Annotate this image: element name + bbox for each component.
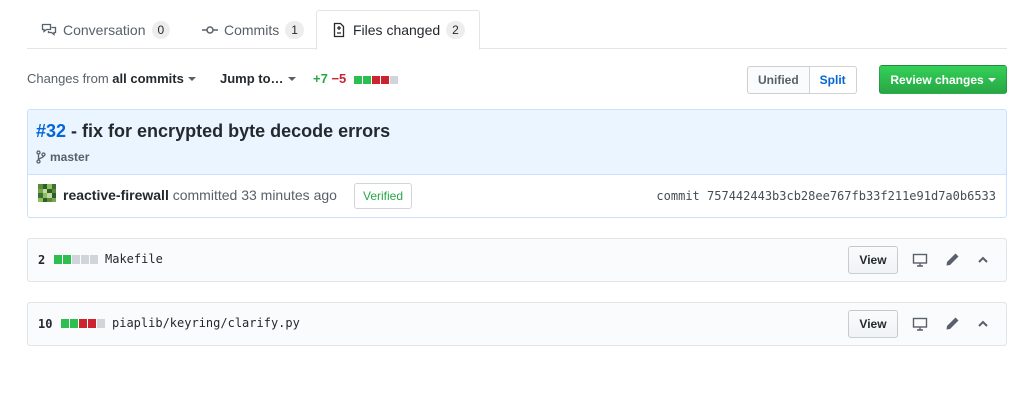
commit-author-line: reactive-firewall committed 33 minutes a… <box>63 187 337 203</box>
file-change-count: 2 <box>38 253 46 267</box>
changes-from-value: all commits <box>112 71 184 86</box>
commit-time: committed 33 minutes ago <box>168 187 337 203</box>
commit-sha-label: commit <box>656 189 700 203</box>
tab-counter: 0 <box>151 20 171 39</box>
view-file-button[interactable]: View <box>848 246 898 274</box>
review-changes-label: Review changes <box>890 72 984 87</box>
desktop-icon[interactable] <box>912 252 928 268</box>
diff-view-toggle: Unified Split <box>747 66 857 94</box>
avatar[interactable] <box>38 184 56 202</box>
diffstat-block-neutral <box>81 255 89 264</box>
tab-commits[interactable]: Commits 1 <box>188 10 318 49</box>
commit-sha: commit 757442443b3cb28ee767fb33f211e91d7… <box>656 189 996 203</box>
diffstat-block-deleted <box>79 319 87 328</box>
diffstat-block-added <box>70 319 78 328</box>
diffstat-block-added <box>63 255 71 264</box>
diffstat-block-neutral <box>97 319 105 328</box>
git-branch-icon <box>36 150 46 164</box>
branch-name[interactable]: master <box>50 150 89 164</box>
pr-tab-nav: Conversation 0 Commits 1 Files changed 2 <box>27 10 1007 50</box>
diffstat-block-neutral <box>72 255 80 264</box>
verified-badge[interactable]: Verified <box>354 183 413 209</box>
commit-header: #32 - fix for encrypted byte decode erro… <box>28 110 1006 175</box>
split-button[interactable]: Split <box>808 66 857 94</box>
tab-label: Conversation <box>63 21 146 38</box>
file-diffstat <box>54 255 98 264</box>
tab-label: Commits <box>224 21 280 38</box>
tab-files-changed[interactable]: Files changed 2 <box>316 10 480 50</box>
diffstat-blocks <box>353 76 398 84</box>
caret-down-icon <box>987 77 996 82</box>
chevron-up-icon[interactable] <box>975 316 991 332</box>
tab-counter: 2 <box>446 21 465 39</box>
file-header: 10 piaplib/keyring/clarify.py View <box>27 302 1007 346</box>
file-header: 2 Makefile View <box>27 238 1007 282</box>
changes-from-dropdown[interactable]: Changes from all commits <box>27 71 196 86</box>
commit-sha-link[interactable]: 757442443b3cb28ee767fb33f211e91d7a0b6533 <box>707 189 996 203</box>
diffstat-block-neutral <box>389 76 398 84</box>
diffstat-block-added <box>54 255 62 264</box>
branch-label: master <box>36 150 89 164</box>
view-file-button[interactable]: View <box>848 310 898 338</box>
author-link[interactable]: reactive-firewall <box>63 187 169 203</box>
jump-to-dropdown[interactable]: Jump to… <box>220 71 296 86</box>
diffstat: +7 −5 <box>313 71 398 86</box>
diffstat-block-added <box>362 76 371 84</box>
pencil-icon[interactable] <box>944 252 960 268</box>
jump-to-label: Jump to… <box>220 71 284 86</box>
diffstat-block-added <box>61 319 69 328</box>
file-change-count: 10 <box>38 317 53 331</box>
comment-discussion-icon <box>41 23 57 36</box>
diffstat-block-deleted <box>371 76 380 84</box>
caret-down-icon <box>287 77 296 81</box>
changes-from-prefix: Changes from <box>27 71 109 86</box>
commit-message: - fix for encrypted byte decode errors <box>66 121 391 141</box>
diff-toolbar: Changes from all commits Jump to… +7 −5 … <box>27 65 1007 94</box>
caret-down-icon <box>187 77 196 81</box>
tab-label: Files changed <box>353 22 441 38</box>
pencil-icon[interactable] <box>944 316 960 332</box>
desktop-icon[interactable] <box>912 316 928 332</box>
git-commit-icon <box>202 25 218 34</box>
additions-count: +7 <box>313 71 328 86</box>
deletions-count: −5 <box>331 71 347 86</box>
unified-button[interactable]: Unified <box>747 66 810 94</box>
diffstat-block-deleted <box>88 319 96 328</box>
pr-number-link[interactable]: #32 <box>36 121 66 141</box>
commit-box: #32 - fix for encrypted byte decode erro… <box>27 109 1007 218</box>
file-name-link[interactable]: Makefile <box>105 252 163 266</box>
commit-meta: reactive-firewall committed 33 minutes a… <box>28 175 1006 217</box>
file-diffstat <box>61 319 105 328</box>
review-changes-button[interactable]: Review changes <box>879 65 1007 94</box>
file-name-link[interactable]: piaplib/keyring/clarify.py <box>112 316 300 330</box>
diffstat-block-neutral <box>90 255 98 264</box>
commit-title: #32 - fix for encrypted byte decode erro… <box>36 121 390 142</box>
tab-counter: 1 <box>285 20 304 39</box>
file-diff-icon <box>333 22 345 38</box>
diffstat-block-deleted <box>380 76 389 84</box>
tab-conversation[interactable]: Conversation 0 <box>27 10 184 49</box>
chevron-up-icon[interactable] <box>975 252 991 268</box>
diffstat-block-added <box>353 76 362 84</box>
